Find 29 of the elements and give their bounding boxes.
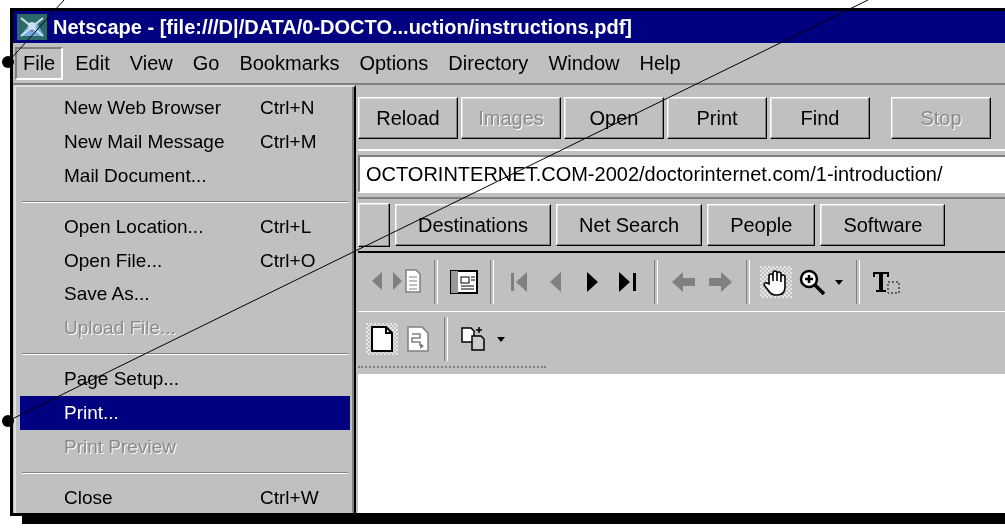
menu-item[interactable]: Go: [184, 46, 228, 80]
menu-item[interactable]: View: [121, 46, 181, 80]
directory-button[interactable]: Net Search: [556, 204, 703, 246]
menu-item[interactable]: Print...: [20, 396, 350, 431]
menu-item[interactable]: Help: [631, 46, 689, 80]
app-icon: [17, 14, 47, 40]
menu-item[interactable]: File: [15, 46, 64, 80]
menu-item[interactable]: New Web Browser Ctrl+N: [20, 91, 350, 125]
menu-item[interactable]: Directory: [440, 46, 537, 80]
window-title: Netscape - [file:///D|/DATA/0-DOCTO...uction/instructions.pdf]: [53, 15, 632, 39]
menu-item[interactable]: Open Location... Ctrl+L: [20, 209, 350, 244]
menu-item[interactable]: Edit: [67, 46, 118, 80]
menu-item[interactable]: Close Ctrl+W: [20, 481, 350, 513]
directory-button[interactable]: Software: [820, 204, 946, 246]
menu-item[interactable]: Bookmarks: [231, 46, 348, 80]
hand-icon[interactable]: [760, 266, 792, 298]
menu-item[interactable]: New Mail Message Ctrl+M: [20, 124, 350, 159]
toolbar-button[interactable]: Print: [667, 97, 767, 139]
directory-button[interactable]: [358, 203, 390, 247]
directory-button[interactable]: People: [707, 204, 816, 246]
menu-item[interactable]: Save As...: [20, 277, 350, 312]
menu-item[interactable]: Open File... Ctrl+O: [20, 243, 350, 278]
menu-item[interactable]: Mail Document...: [20, 158, 350, 193]
directory-button[interactable]: Destinations: [395, 204, 552, 246]
page-icon[interactable]: [366, 323, 398, 355]
toolbar-button[interactable]: Reload: [358, 97, 458, 139]
menu-item[interactable]: Window: [540, 46, 628, 80]
menu-item[interactable]: Options: [351, 46, 437, 80]
toolbar-button[interactable]: Find: [770, 97, 870, 139]
